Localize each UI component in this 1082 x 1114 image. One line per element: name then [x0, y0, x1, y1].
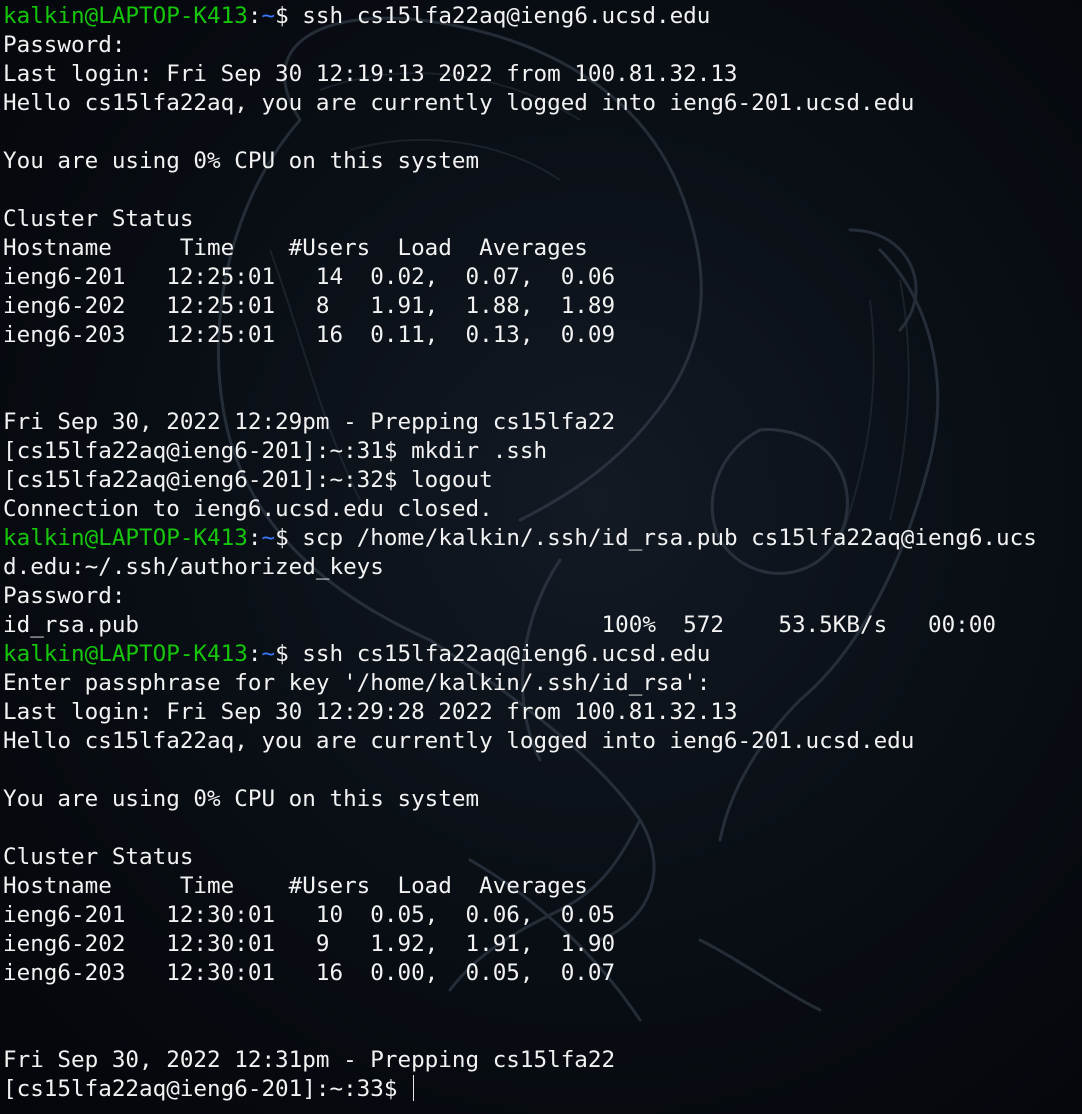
output-line: Cluster Status: [3, 844, 194, 870]
terminal-output[interactable]: kalkin@LAPTOP-K413:~$ ssh cs15lfa22aq@ie…: [3, 2, 1082, 1104]
output-line: ieng6-201 12:25:01 14 0.02, 0.07, 0.06: [3, 264, 616, 290]
output-line: Last login: Fri Sep 30 12:29:28 2022 fro…: [3, 699, 738, 725]
command-text: ssh cs15lfa22aq@ieng6.ucsd.edu: [302, 3, 711, 29]
remote-prompt: [cs15lfa22aq@ieng6-201]:~:33$: [3, 1076, 412, 1102]
output-line: Hello cs15lfa22aq, you are currently log…: [3, 90, 915, 116]
prompt-line: kalkin@LAPTOP-K413:~$ ssh cs15lfa22aq@ie…: [3, 2, 1082, 31]
prompt-separator: :: [247, 525, 262, 551]
output-line: Enter passphrase for key '/home/kalkin/.…: [3, 670, 711, 696]
output-line: [cs15lfa22aq@ieng6-201]:~:32$ logout: [3, 467, 493, 493]
prompt-line: kalkin@LAPTOP-K413:~$ scp /home/kalkin/.…: [3, 524, 1082, 553]
prompt-user-host: kalkin@LAPTOP-K413: [3, 3, 248, 29]
output-line: ieng6-202 12:25:01 8 1.91, 1.88, 1.89: [3, 293, 616, 319]
output-line: Password:: [3, 32, 126, 58]
command-text: ssh cs15lfa22aq@ieng6.ucsd.edu: [302, 641, 711, 667]
output-line: Password:: [3, 583, 126, 609]
output-line: ieng6-202 12:30:01 9 1.92, 1.91, 1.90: [3, 931, 616, 957]
terminal-window[interactable]: kalkin@LAPTOP-K413:~$ ssh cs15lfa22aq@ie…: [0, 0, 1082, 1114]
output-line: You are using 0% CPU on this system: [3, 148, 480, 174]
output-line: Hostname Time #Users Load Averages: [3, 235, 588, 261]
output-line: d.edu:~/.ssh/authorized_keys: [3, 554, 384, 580]
prompt-separator: :: [247, 3, 262, 29]
output-line: Fri Sep 30, 2022 12:29pm - Prepping cs15…: [3, 409, 616, 435]
output-line: Connection to ieng6.ucsd.edu closed.: [3, 496, 493, 522]
output-line: You are using 0% CPU on this system: [3, 786, 480, 812]
output-line: Hello cs15lfa22aq, you are currently log…: [3, 728, 915, 754]
output-line: ieng6-201 12:30:01 10 0.05, 0.06, 0.05: [3, 902, 616, 928]
prompt-symbol: $: [275, 3, 303, 29]
output-line: Hostname Time #Users Load Averages: [3, 873, 588, 899]
output-line: Fri Sep 30, 2022 12:31pm - Prepping cs15…: [3, 1047, 616, 1073]
prompt-user-host: kalkin@LAPTOP-K413: [3, 641, 248, 667]
prompt-path: ~: [261, 641, 276, 667]
text-cursor: [413, 1075, 415, 1101]
prompt-symbol: $: [275, 525, 303, 551]
prompt-user-host: kalkin@LAPTOP-K413: [3, 525, 248, 551]
output-line: ieng6-203 12:30:01 16 0.00, 0.05, 0.07: [3, 960, 616, 986]
output-line: [cs15lfa22aq@ieng6-201]:~:31$ mkdir .ssh: [3, 438, 548, 464]
current-input-line[interactable]: [cs15lfa22aq@ieng6-201]:~:33$: [3, 1075, 1082, 1104]
output-line: ieng6-203 12:25:01 16 0.11, 0.13, 0.09: [3, 322, 616, 348]
prompt-path: ~: [261, 3, 276, 29]
output-line: Cluster Status: [3, 206, 194, 232]
output-line: Last login: Fri Sep 30 12:19:13 2022 fro…: [3, 61, 738, 87]
prompt-separator: :: [247, 641, 262, 667]
prompt-line: kalkin@LAPTOP-K413:~$ ssh cs15lfa22aq@ie…: [3, 640, 1082, 669]
command-text: scp /home/kalkin/.ssh/id_rsa.pub cs15lfa…: [302, 525, 1037, 551]
output-line: id_rsa.pub 100% 572 53.5KB/s 00:00: [3, 612, 996, 638]
prompt-symbol: $: [275, 641, 303, 667]
prompt-path: ~: [261, 525, 276, 551]
